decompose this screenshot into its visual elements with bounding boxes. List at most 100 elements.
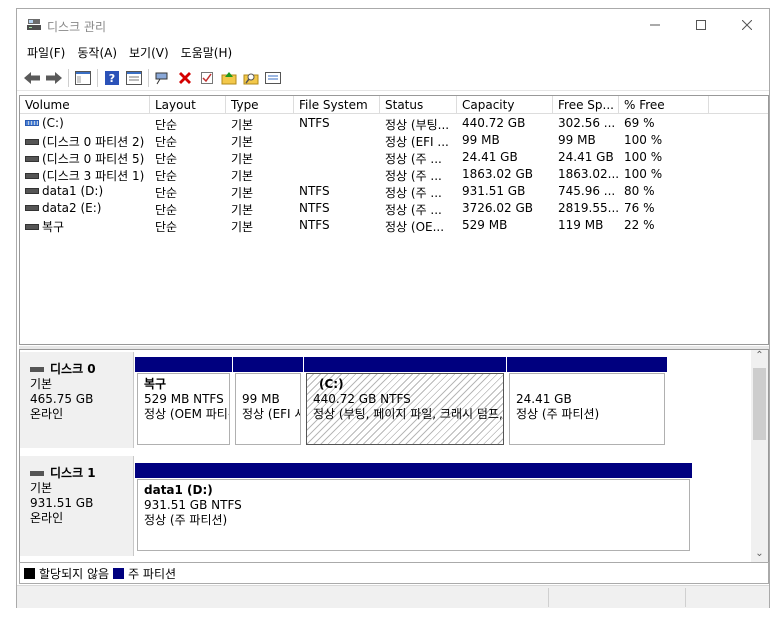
back-button[interactable]	[21, 67, 43, 89]
forward-arrow-icon	[46, 71, 62, 84]
partition-body: data1 (D:) 931.51 GB NTFS 정상 (주 파티션)	[137, 479, 690, 551]
cell-layout: 단순	[155, 186, 178, 200]
partition-size: 931.51 GB NTFS	[144, 498, 242, 512]
console-tree-button[interactable]	[72, 67, 94, 89]
cell-capacity: 1863.02 GB	[462, 167, 533, 181]
cell-layout: 단순	[155, 220, 178, 234]
cell-volume: (C:)	[20, 115, 150, 132]
menu-action[interactable]: 동작(A)	[71, 41, 123, 63]
search-folder-button[interactable]	[240, 67, 262, 89]
disk-0-partition-efi[interactable]: 99 MB 정상 (EFI 시스템 파티션)	[233, 357, 303, 447]
volume-name: (디스크 0 파티션 5)	[42, 152, 145, 166]
cell-status: 정상 (EFI ...	[385, 135, 449, 149]
partition-bar	[507, 357, 667, 372]
status-pane	[685, 588, 769, 607]
menu-bar: 파일(F) 동작(A) 보기(V) 도움말(H)	[17, 41, 769, 63]
cell-volume: (디스크 0 파티션 2)	[20, 132, 150, 149]
disk-1-state: 온라인	[30, 511, 64, 525]
partition-body-selected: (C:) 440.72 GB NTFS 정상 (부팅, 페이지 파일, 크래시 …	[306, 373, 504, 445]
search-folder-icon	[243, 73, 259, 84]
list-header: Volume Layout Type File System Status Ca…	[20, 96, 768, 114]
disk-1-partition-d[interactable]: data1 (D:) 931.51 GB NTFS 정상 (주 파티션)	[135, 463, 692, 553]
disk-0-partition-c[interactable]: (C:) 440.72 GB NTFS 정상 (부팅, 페이지 파일, 크래시 …	[304, 357, 506, 447]
column-header-free-space[interactable]: Free Sp...	[553, 96, 619, 114]
help-button[interactable]: ?	[101, 67, 123, 89]
vertical-scrollbar[interactable]: ⌃ ⌄	[751, 350, 768, 564]
scroll-up-arrow-icon[interactable]: ⌃	[751, 350, 768, 366]
disk-1-name: 디스크 1	[50, 466, 96, 480]
forward-button[interactable]	[43, 67, 65, 89]
connect-button[interactable]	[152, 67, 174, 89]
cell-file-system	[294, 132, 380, 149]
volume-list[interactable]: Volume Layout Type File System Status Ca…	[19, 95, 769, 345]
menu-help[interactable]: 도움말(H)	[175, 41, 239, 63]
cell-layout: 단순	[155, 135, 178, 149]
table-row[interactable]: (디스크 3 파티션 1) 단순 기본 정상 (주 ... 1863.02 GB 1863…	[20, 166, 768, 183]
cell-capacity: 99 MB	[462, 133, 500, 147]
partition-status: 정상 (EFI 시스템 파티션)	[242, 407, 300, 421]
column-header-status[interactable]: Status	[380, 96, 457, 114]
disk-0-partition-recovery[interactable]: 복구 529 MB NTFS 정상 (OEM 파티션)	[135, 357, 232, 447]
cell-file-system: NTFS	[299, 218, 330, 232]
maximize-button[interactable]	[678, 9, 724, 41]
menu-file[interactable]: 파일(F)	[21, 41, 71, 63]
column-header-file-system[interactable]: File System	[294, 96, 380, 114]
disk-0-partition-5[interactable]: 24.41 GB 정상 (주 파티션)	[507, 357, 667, 447]
menu-view[interactable]: 보기(V)	[123, 41, 175, 63]
disk-0-label[interactable]: 디스크 0 기본 465.75 GB 온라인	[20, 352, 134, 448]
table-row[interactable]: data1 (D:) 단순 기본 NTFS 정상 (주 ... 931.51 GB 745.…	[20, 183, 768, 200]
minimize-button[interactable]	[632, 9, 678, 41]
cell-layout: 단순	[155, 118, 178, 132]
toolbar-separator	[97, 68, 98, 87]
volume-icon	[25, 155, 39, 162]
cell-percent-free: 100 %	[624, 150, 663, 164]
column-header-capacity[interactable]: Capacity	[457, 96, 553, 114]
partition-name	[242, 377, 300, 392]
cell-volume: data1 (D:)	[20, 183, 150, 200]
list-view-icon	[265, 71, 281, 84]
connect-icon	[155, 72, 168, 84]
console-tree-icon	[75, 70, 91, 85]
cell-volume: (디스크 0 파티션 5)	[20, 149, 150, 166]
cell-percent-free: 69 %	[624, 116, 655, 130]
partition-name: (C:)	[319, 377, 344, 391]
legend-primary-label: 주 파티션	[128, 566, 177, 581]
toolbar: ?	[17, 65, 769, 91]
partition-size: 440.72 GB NTFS	[313, 392, 411, 406]
table-row[interactable]: (C:) 단순 기본 NTFS 정상 (부팅... 440.72 GB 302.56 ...…	[20, 115, 768, 132]
properties-button[interactable]	[123, 67, 145, 89]
disk-0-name-row: 디스크 0	[30, 362, 133, 377]
check-button[interactable]	[196, 67, 218, 89]
toolbar-separator	[148, 68, 149, 87]
table-row[interactable]: (디스크 0 파티션 5) 단순 기본 정상 (주 ... 24.41 GB 24.41 …	[20, 149, 768, 166]
system-volume-icon	[25, 119, 39, 126]
scroll-thumb[interactable]	[753, 368, 766, 440]
delete-button[interactable]	[174, 67, 196, 89]
column-header-volume[interactable]: Volume	[20, 96, 150, 114]
partition-status: 정상 (주 파티션)	[144, 513, 228, 527]
check-icon	[201, 71, 213, 84]
legend: 할당되지 않음 주 파티션	[19, 562, 769, 584]
volume-icon	[25, 204, 39, 211]
title-bar: 디스크 관리	[17, 9, 769, 41]
table-row[interactable]: data2 (E:) 단순 기본 NTFS 정상 (주 ... 3726.02 GB 281…	[20, 200, 768, 217]
partition-size: 529 MB NTFS	[144, 392, 224, 406]
partition-status: 정상 (주 파티션)	[516, 407, 600, 421]
column-header-layout[interactable]: Layout	[150, 96, 226, 114]
volume-icon	[25, 223, 39, 230]
cell-type: 기본	[231, 220, 254, 234]
table-row[interactable]: (디스크 0 파티션 2) 단순 기본 정상 (EFI ... 99 MB 99 MB 10…	[20, 132, 768, 149]
cell-type: 기본	[231, 118, 254, 132]
close-button[interactable]	[724, 9, 770, 41]
folder-up-button[interactable]	[218, 67, 240, 89]
properties-icon	[126, 70, 142, 85]
column-header-type[interactable]: Type	[226, 96, 294, 114]
list-view-button[interactable]	[262, 67, 284, 89]
table-row[interactable]: 복구 단순 기본 NTFS 정상 (OE... 529 MB 119 MB 22 %	[20, 217, 768, 234]
cell-type: 기본	[231, 169, 254, 183]
column-header-percent-free[interactable]: % Free	[619, 96, 709, 114]
disk-1-label[interactable]: 디스크 1 기본 931.51 GB 온라인	[20, 456, 134, 556]
toolbar-separator	[68, 68, 69, 87]
partition-name: data1 (D:)	[144, 483, 213, 497]
volume-name: (디스크 0 파티션 2)	[42, 135, 145, 149]
